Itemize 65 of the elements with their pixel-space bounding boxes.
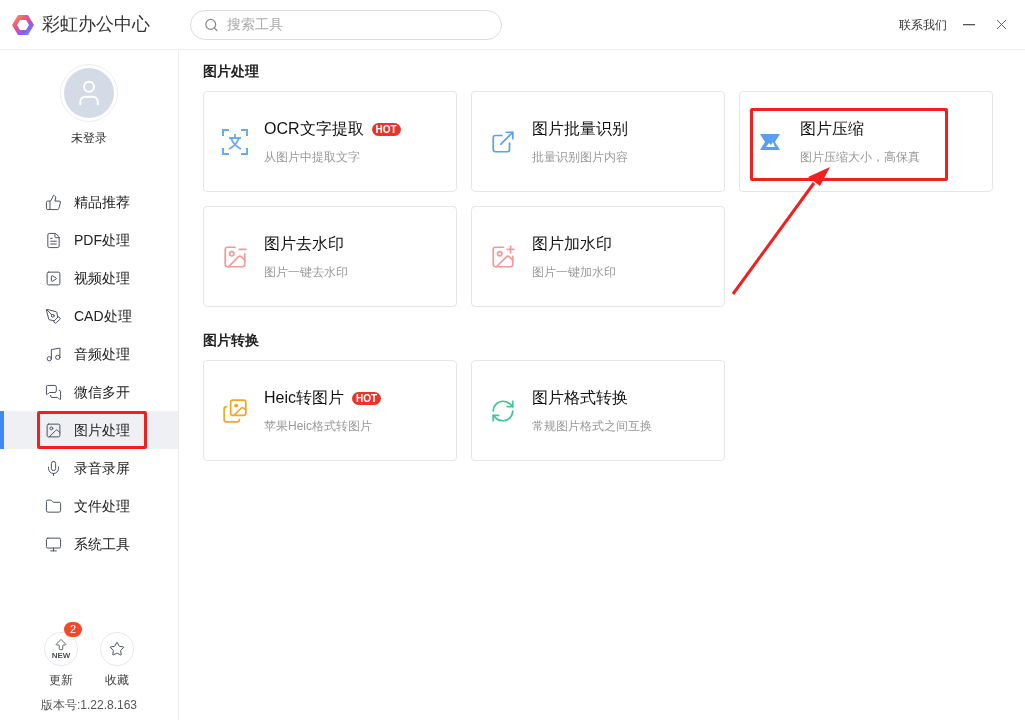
hot-badge: HOT — [371, 122, 401, 136]
up-arrow-icon — [54, 638, 68, 652]
version-text: 版本号:1.22.8.163 — [39, 697, 139, 714]
sidebar-item[interactable]: 录音录屏 — [0, 449, 178, 487]
thumbs-up-icon — [45, 193, 62, 211]
login-status: 未登录 — [71, 130, 107, 147]
sidebar-item[interactable]: PDF处理 — [0, 221, 178, 259]
section-title: 图片处理 — [203, 62, 260, 80]
app-title: 彩虹办公中心 — [42, 13, 150, 36]
compress-icon — [758, 131, 782, 152]
sidebar-item[interactable]: 微信多开 — [0, 373, 178, 411]
tool-title: 图片加水印 — [532, 234, 612, 254]
sidebar-item[interactable]: 视频处理 — [0, 259, 178, 297]
microphone-icon — [45, 459, 62, 477]
hot-badge: HOT — [352, 391, 382, 405]
tool-subtitle: 常规图片格式之间互换 — [532, 418, 652, 435]
tool-title: 图片批量识别 — [532, 119, 628, 139]
search-input[interactable]: 搜索工具 — [226, 14, 488, 35]
search-icon — [204, 16, 219, 33]
text-scan-icon — [222, 128, 248, 155]
sidebar-item[interactable]: 文件处理 — [0, 487, 178, 525]
tool-title: OCR文字提取 — [264, 119, 364, 139]
play-icon — [45, 269, 62, 287]
document-icon — [45, 231, 62, 249]
tool-card[interactable]: 图片压缩 图片压缩大小，高保真 — [739, 91, 993, 192]
tool-subtitle: 从图片中提取文字 — [264, 149, 361, 166]
sidebar-item[interactable]: 音频处理 — [0, 335, 178, 373]
monitor-icon — [45, 535, 62, 553]
tool-card[interactable]: 图片去水印 图片一键去水印 — [203, 206, 457, 307]
tool-subtitle: 图片一键去水印 — [264, 264, 348, 281]
tool-subtitle: 图片压缩大小，高保真 — [800, 149, 920, 166]
logo-icon — [11, 12, 35, 37]
tool-card[interactable]: Heic转图片 HOT 苹果Heic格式转图片 — [203, 360, 457, 461]
refresh-icon — [490, 397, 516, 424]
sidebar-item[interactable]: CAD处理 — [0, 297, 178, 335]
tool-subtitle: 苹果Heic格式转图片 — [264, 418, 373, 435]
contact-link[interactable]: 联系我们 — [899, 15, 947, 34]
tool-subtitle: 图片一键加水印 — [532, 264, 616, 281]
tool-title: 图片压缩 — [800, 119, 864, 139]
star-icon — [109, 641, 125, 657]
tool-title: 图片去水印 — [264, 234, 344, 254]
music-icon — [45, 345, 62, 363]
chat-icon — [45, 383, 62, 401]
section-title: 图片转换 — [203, 331, 260, 349]
notification-badge: 2 — [64, 622, 82, 637]
sidebar-item[interactable]: 精品推荐 — [0, 183, 178, 221]
folder-icon — [45, 497, 62, 515]
minimize-icon — [963, 23, 975, 26]
button-label: 收藏 — [105, 672, 129, 689]
images-icon — [222, 397, 248, 424]
tool-title: Heic转图片 — [264, 388, 344, 408]
tool-card[interactable]: OCR文字提取 HOT 从图片中提取文字 — [203, 91, 457, 192]
sidebar-item[interactable]: 图片处理 — [0, 411, 178, 449]
tool-card[interactable]: 图片加水印 图片一键加水印 — [471, 206, 725, 307]
tool-subtitle: 批量识别图片内容 — [532, 149, 628, 166]
sidebar-item[interactable]: 系统工具 — [0, 525, 178, 563]
tool-card[interactable]: 图片批量识别 批量识别图片内容 — [471, 91, 725, 192]
image-icon — [45, 421, 62, 439]
tool-card[interactable]: 图片格式转换 常规图片格式之间互换 — [471, 360, 725, 461]
pen-icon — [45, 307, 62, 325]
image-minus-icon — [222, 243, 248, 270]
button-label: 更新 — [49, 672, 73, 689]
external-link-icon — [490, 128, 516, 155]
image-plus-icon — [490, 243, 516, 270]
tool-title: 图片格式转换 — [532, 388, 628, 408]
